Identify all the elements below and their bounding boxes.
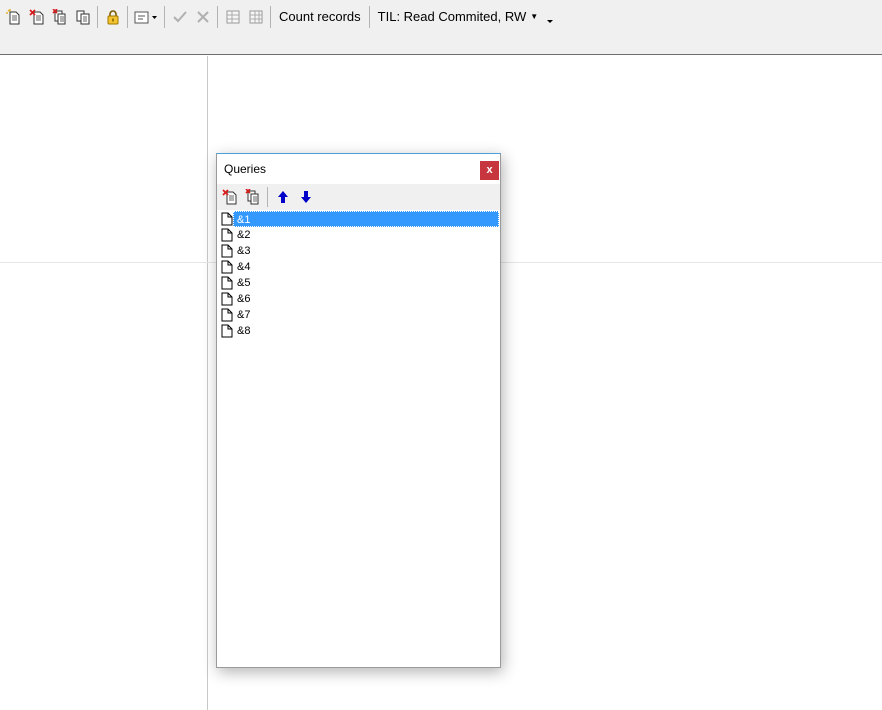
queries-dialog-toolbar [217,184,500,210]
copy-query-button[interactable] [71,5,94,29]
grid-refresh-icon [249,10,262,24]
delete-query-button[interactable] [25,5,48,29]
toolbar-separator [164,6,165,28]
chevron-down-icon: ▼ [530,12,539,21]
list-item-label: &6 [237,293,251,305]
delete-query-icon [28,9,43,25]
document-icon [219,275,235,291]
list-item-label: &8 [237,325,251,337]
commit-checkmark-icon [172,11,187,23]
list-item[interactable]: &6 [217,291,500,307]
list-item-label: &2 [237,229,251,241]
close-icon: x [486,164,493,176]
toolbar-separator [267,187,268,207]
delete-query-icon [221,189,236,205]
toolbar-separator [217,6,218,28]
list-item[interactable]: &1 [217,211,500,227]
list-item-label: &5 [237,277,251,289]
new-query-icon [5,9,19,25]
list-item-label: &7 [237,309,251,321]
list-item[interactable]: &2 [217,227,500,243]
list-item-label: &4 [237,261,251,273]
list-item[interactable]: &7 [217,307,500,323]
list-item[interactable]: &4 [217,259,500,275]
count-records-button[interactable]: Count records [274,5,366,29]
toolbar-separator [270,6,271,28]
list-item[interactable]: &8 [217,323,500,339]
main-toolbar: Count records TIL: Read Commited, RW ▼ [0,0,882,55]
move-up-button[interactable] [271,185,294,209]
arrow-up-icon [277,191,288,203]
document-icon [219,227,235,243]
new-query-button[interactable] [2,5,25,29]
document-icon [219,259,235,275]
delete-query-button[interactable] [218,185,241,209]
queries-dialog: Queries x &1 &2 &3 &4 &5 &6 &7 &8 [216,153,501,668]
queries-dialog-title: Queries [224,162,267,176]
grid-refresh-button[interactable] [244,5,267,29]
document-icon [219,307,235,323]
toolbar-overflow-chevron[interactable] [543,5,557,29]
delete-all-queries-button[interactable] [48,5,71,29]
grid-button[interactable] [221,5,244,29]
grid-icon [226,10,239,24]
til-dropdown-label: TIL: Read Commited, RW [377,9,527,24]
commit-button[interactable] [168,5,191,29]
queries-list: &1 &2 &3 &4 &5 &6 &7 &8 [217,211,500,339]
delete-all-queries-icon [244,189,258,205]
list-item-label: &1 [233,211,499,227]
toolbar-separator [368,6,370,28]
document-icon [219,291,235,307]
list-item-label: &3 [237,245,251,257]
template-dropdown-button[interactable] [131,5,161,29]
vertical-splitter[interactable] [207,56,208,710]
move-down-button[interactable] [294,185,317,209]
template-dropdown-icon [134,11,157,24]
document-icon [219,243,235,259]
arrow-down-icon [300,191,311,203]
list-item[interactable]: &5 [217,275,500,291]
lock-icon [107,10,118,25]
rollback-cross-icon [196,11,209,23]
list-item[interactable]: &3 [217,243,500,259]
delete-all-queries-icon [51,9,65,25]
til-dropdown[interactable]: TIL: Read Commited, RW ▼ [373,5,544,29]
document-icon [219,323,235,339]
close-button[interactable]: x [480,161,499,180]
delete-all-queries-button[interactable] [241,185,264,209]
toolbar-separator [97,6,98,28]
queries-dialog-titlebar[interactable]: Queries x [217,154,500,184]
lock-button[interactable] [101,5,124,29]
rollback-button[interactable] [191,5,214,29]
toolbar-separator [127,6,128,28]
toolbar-row: Count records TIL: Read Commited, RW ▼ [2,4,557,30]
copy-query-icon [76,10,89,25]
